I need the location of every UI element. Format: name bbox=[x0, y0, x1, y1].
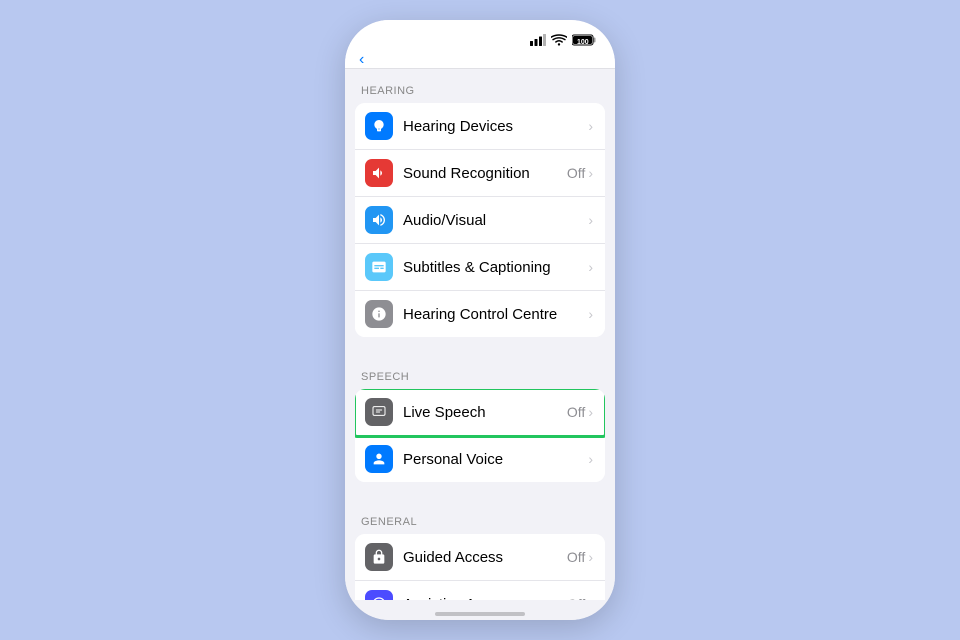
phone-frame: 100 ‹ HEARINGHearing Devices›Sound Recog… bbox=[345, 20, 615, 620]
label-personal-voice: Personal Voice bbox=[403, 451, 588, 468]
icon-assistive-access bbox=[365, 590, 393, 600]
item-value-sound-recognition: Off bbox=[567, 165, 585, 181]
content-area: HEARINGHearing Devices›Sound Recognition… bbox=[345, 69, 615, 600]
item-right-personal-voice: › bbox=[588, 451, 593, 467]
chevron-icon-live-speech: › bbox=[588, 404, 593, 420]
label-sound-recognition: Sound Recognition bbox=[403, 165, 567, 182]
svg-text:100: 100 bbox=[577, 39, 589, 46]
list-group-speech: Live SpeechOff›Personal Voice› bbox=[355, 389, 605, 482]
icon-audio-visual bbox=[365, 206, 393, 234]
status-icons: 100 bbox=[530, 34, 597, 46]
item-right-audio-visual: › bbox=[588, 212, 593, 228]
icon-personal-voice bbox=[365, 445, 393, 473]
label-hearing-devices: Hearing Devices bbox=[403, 118, 588, 135]
list-item-assistive-access[interactable]: Assistive AccessOff› bbox=[355, 581, 605, 600]
list-item-hearing-devices[interactable]: Hearing Devices› bbox=[355, 103, 605, 150]
icon-live-speech bbox=[365, 398, 393, 426]
label-subtitles-captioning: Subtitles & Captioning bbox=[403, 259, 588, 276]
label-audio-visual: Audio/Visual bbox=[403, 212, 588, 229]
chevron-icon-subtitles-captioning: › bbox=[588, 259, 593, 275]
section-header-speech: SPEECH bbox=[345, 355, 615, 389]
chevron-icon-hearing-control-centre: › bbox=[588, 306, 593, 322]
home-bar bbox=[435, 612, 525, 616]
back-button[interactable]: ‹ bbox=[359, 51, 366, 69]
label-hearing-control-centre: Hearing Control Centre bbox=[403, 306, 588, 323]
list-item-audio-visual[interactable]: Audio/Visual› bbox=[355, 197, 605, 244]
chevron-icon-sound-recognition: › bbox=[588, 165, 593, 181]
list-group-general: Guided AccessOff›Assistive AccessOff›Sir… bbox=[355, 534, 605, 600]
list-item-live-speech[interactable]: Live SpeechOff› bbox=[355, 389, 605, 436]
chevron-icon-guided-access: › bbox=[588, 549, 593, 565]
icon-hearing-devices bbox=[365, 112, 393, 140]
item-right-sound-recognition: Off› bbox=[567, 165, 593, 181]
item-right-hearing-devices: › bbox=[588, 118, 593, 134]
chevron-icon-personal-voice: › bbox=[588, 451, 593, 467]
icon-guided-access bbox=[365, 543, 393, 571]
home-indicator bbox=[345, 600, 615, 620]
item-value-live-speech: Off bbox=[567, 404, 585, 420]
list-item-personal-voice[interactable]: Personal Voice› bbox=[355, 436, 605, 482]
back-chevron-icon: ‹ bbox=[359, 51, 364, 69]
item-right-guided-access: Off› bbox=[567, 549, 593, 565]
item-right-subtitles-captioning: › bbox=[588, 259, 593, 275]
section-header-hearing: HEARING bbox=[345, 69, 615, 103]
chevron-icon-hearing-devices: › bbox=[588, 118, 593, 134]
item-right-assistive-access: Off› bbox=[567, 596, 593, 600]
item-right-hearing-control-centre: › bbox=[588, 306, 593, 322]
wifi-icon bbox=[551, 34, 567, 46]
icon-subtitles-captioning bbox=[365, 253, 393, 281]
label-live-speech: Live Speech bbox=[403, 404, 567, 421]
status-bar: 100 bbox=[345, 20, 615, 56]
chevron-icon-audio-visual: › bbox=[588, 212, 593, 228]
chevron-icon-assistive-access: › bbox=[588, 596, 593, 600]
nav-bar: ‹ bbox=[345, 56, 615, 69]
icon-sound-recognition bbox=[365, 159, 393, 187]
label-guided-access: Guided Access bbox=[403, 549, 567, 566]
item-value-assistive-access: Off bbox=[567, 596, 585, 600]
list-item-subtitles-captioning[interactable]: Subtitles & Captioning› bbox=[355, 244, 605, 291]
section-header-general: GENERAL bbox=[345, 500, 615, 534]
list-item-guided-access[interactable]: Guided AccessOff› bbox=[355, 534, 605, 581]
list-item-sound-recognition[interactable]: Sound RecognitionOff› bbox=[355, 150, 605, 197]
list-item-hearing-control-centre[interactable]: Hearing Control Centre› bbox=[355, 291, 605, 337]
label-assistive-access: Assistive Access bbox=[403, 596, 567, 601]
signal-icon bbox=[530, 34, 546, 46]
battery-icon: 100 bbox=[572, 34, 597, 46]
icon-hearing-control-centre bbox=[365, 300, 393, 328]
item-value-guided-access: Off bbox=[567, 549, 585, 565]
item-right-live-speech: Off› bbox=[567, 404, 593, 420]
list-group-hearing: Hearing Devices›Sound RecognitionOff›Aud… bbox=[355, 103, 605, 337]
